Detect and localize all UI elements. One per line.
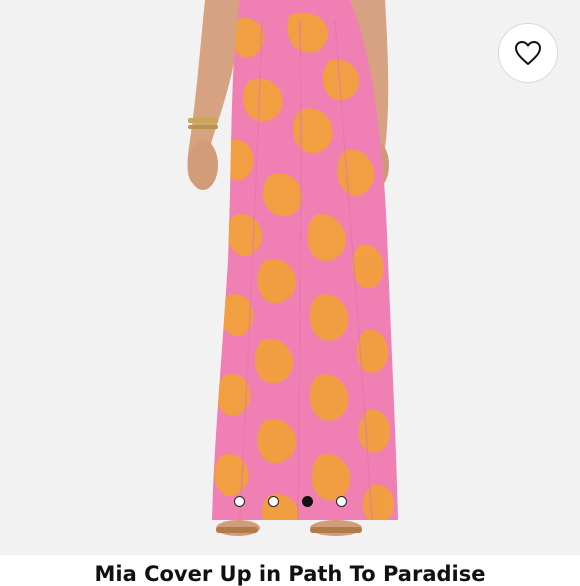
product-photo — [187, 0, 398, 536]
carousel-dot-2[interactable] — [268, 496, 279, 507]
carousel-indicators — [0, 496, 580, 508]
heart-icon — [515, 41, 541, 65]
carousel-dot-1[interactable] — [234, 496, 245, 507]
wishlist-button[interactable] — [498, 23, 558, 83]
product-image[interactable] — [0, 0, 580, 555]
carousel-dot-4[interactable] — [336, 496, 347, 507]
carousel-dot-3[interactable] — [302, 496, 313, 507]
product-title: Mia Cover Up in Path To Paradise — [94, 562, 486, 586]
